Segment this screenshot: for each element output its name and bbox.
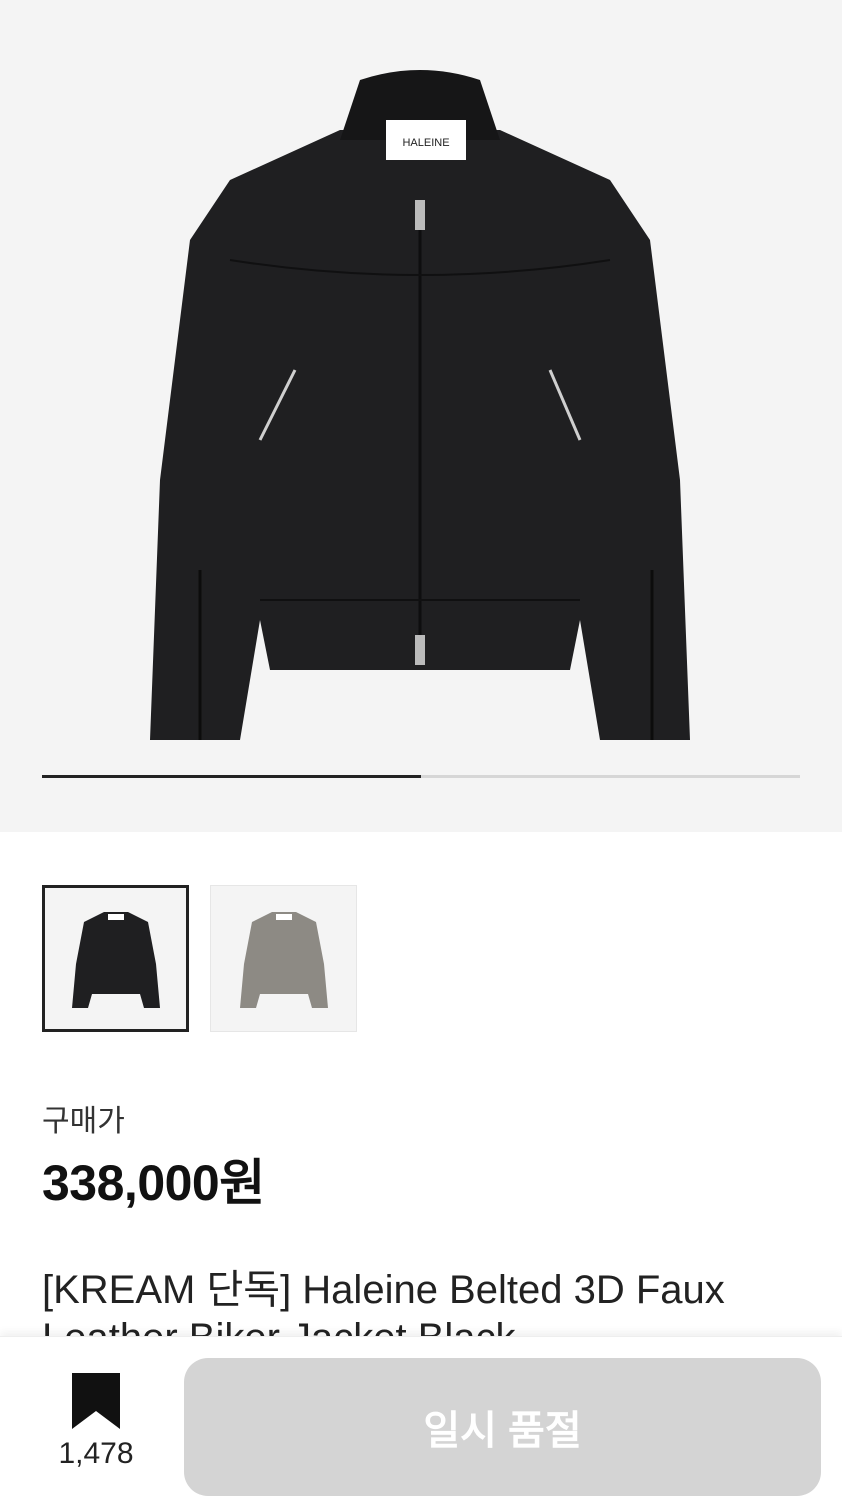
thumbnail-image-black	[71, 911, 160, 1008]
bookmark-button[interactable]: 1,478	[42, 1373, 150, 1471]
product-image-carousel[interactable]: HALEINE	[0, 0, 842, 832]
price-value: 338,000원	[42, 1155, 265, 1211]
sold-out-button[interactable]: 일시 품절	[184, 1358, 821, 1496]
thumbnail-black-jacket[interactable]	[42, 885, 189, 1032]
product-image-jacket: HALEINE	[150, 70, 690, 740]
bottom-action-bar: 1,478 일시 품절	[0, 1336, 842, 1500]
brand-tag: HALEINE	[402, 137, 449, 149]
thumbnail-image-gray	[239, 911, 328, 1008]
price-label: 구매가	[42, 1105, 125, 1138]
carousel-progress-fill	[42, 775, 421, 778]
bookmark-count: 1,478	[58, 1437, 134, 1470]
bookmark-icon	[72, 1373, 120, 1429]
thumbnail-gray-jacket[interactable]	[210, 885, 357, 1032]
carousel-progress-bar	[42, 775, 800, 778]
thumbnail-list	[42, 885, 357, 1032]
